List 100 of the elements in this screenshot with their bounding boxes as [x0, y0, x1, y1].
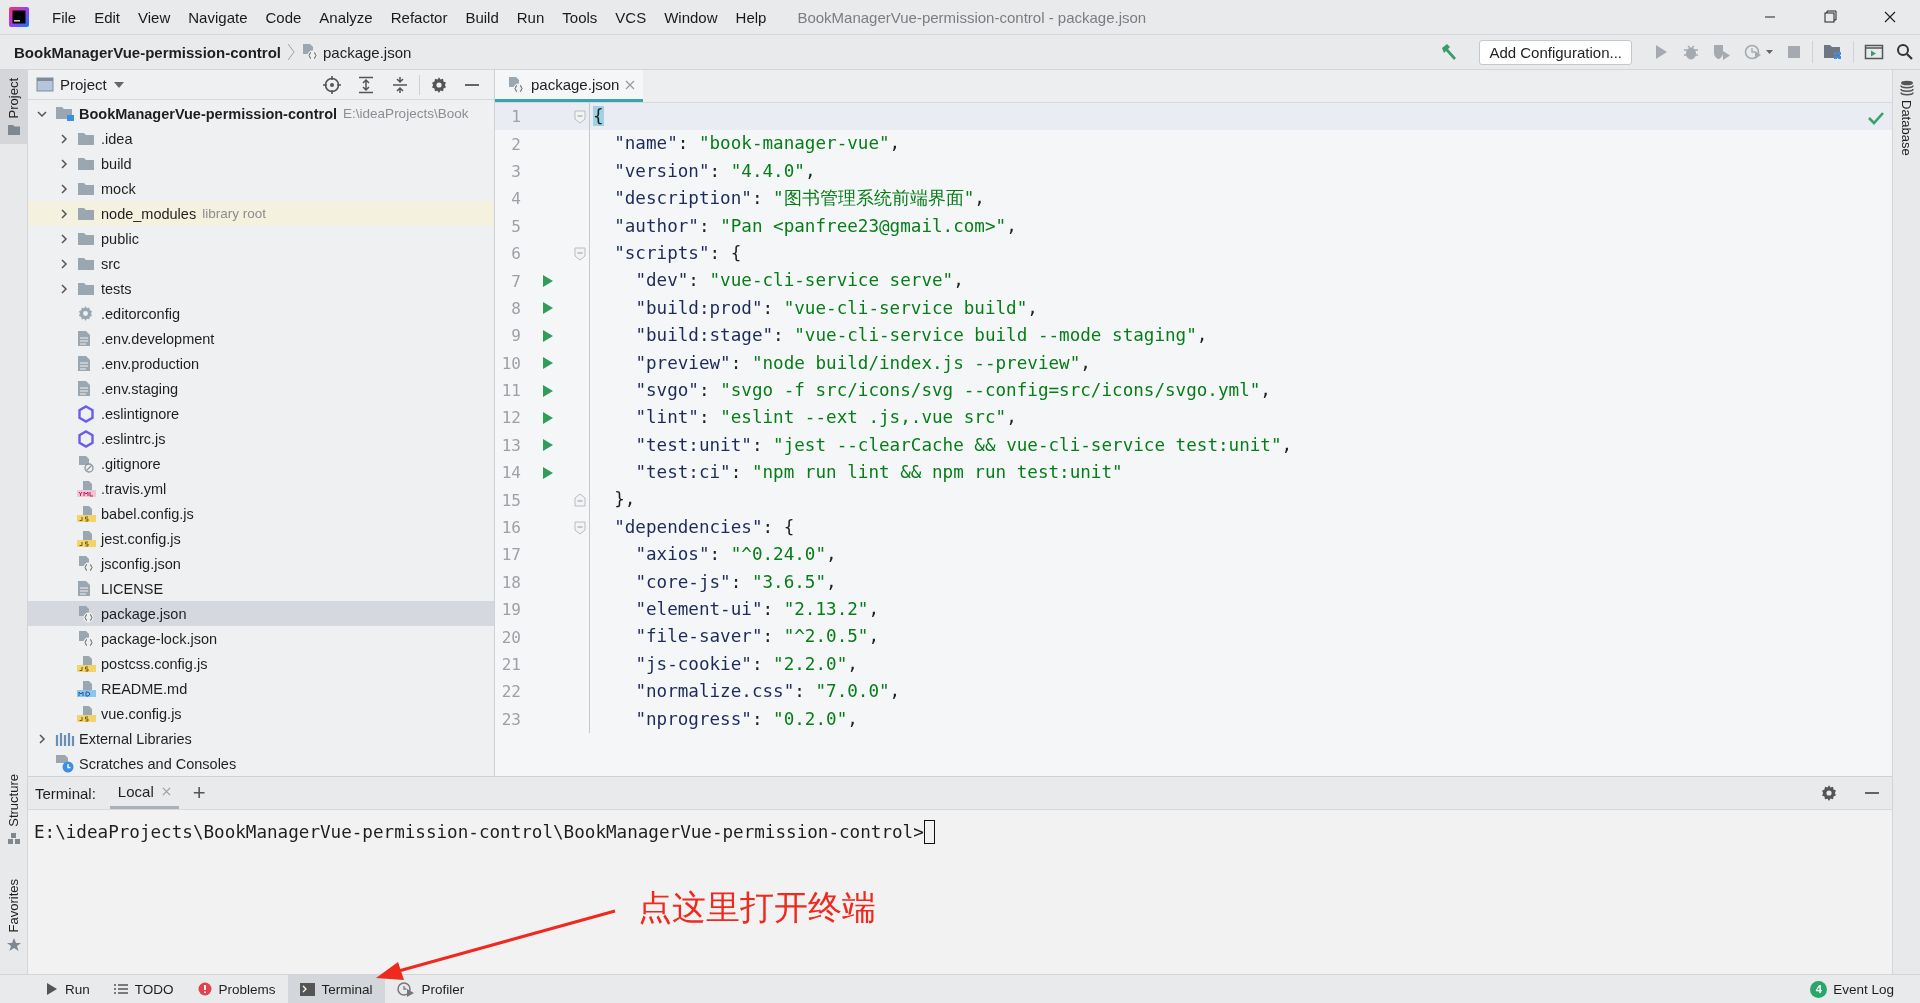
chevron-right-icon[interactable] — [58, 282, 70, 295]
tree-item[interactable]: src — [28, 251, 494, 276]
collapse-all-icon[interactable] — [391, 75, 409, 94]
event-log-button[interactable]: Event Log — [1833, 981, 1894, 997]
tree-item[interactable]: .travis.yml — [28, 476, 494, 501]
run-icon[interactable] — [542, 274, 554, 289]
gear-icon[interactable] — [1820, 784, 1838, 802]
panel-title[interactable]: Project — [60, 76, 107, 93]
tree-item[interactable]: mock — [28, 176, 494, 201]
dropdown-caret-icon[interactable] — [112, 80, 125, 89]
run-icon[interactable] — [542, 356, 554, 371]
tool-window-button[interactable]: Run — [34, 975, 102, 1003]
tree-item[interactable]: .env.staging — [28, 376, 494, 401]
tree-item[interactable]: External Libraries — [28, 726, 494, 751]
line-number: 5 — [510, 216, 522, 236]
menu-item[interactable]: Navigate — [179, 8, 257, 26]
tree-item[interactable]: jsconfig.json — [28, 551, 494, 576]
tree-item[interactable]: .eslintrc.js — [28, 426, 494, 451]
run-icon[interactable] — [542, 411, 554, 425]
menu-item[interactable]: Window — [655, 8, 727, 26]
tree-item[interactable]: .idea — [28, 126, 494, 151]
shield-run-icon[interactable] — [1712, 43, 1732, 61]
menu-item[interactable]: Analyze — [310, 8, 382, 26]
tool-window-tab[interactable]: Favorites — [0, 870, 27, 960]
tree-item[interactable]: tests — [28, 276, 494, 301]
text-cursor — [923, 820, 935, 844]
new-tab-button[interactable]: + — [192, 780, 206, 806]
chevron-right-icon[interactable] — [58, 257, 70, 270]
window-run-icon[interactable] — [1864, 43, 1884, 61]
tool-window-button[interactable]: Problems — [185, 975, 288, 1003]
menu-item[interactable]: View — [129, 8, 180, 26]
menu-item[interactable]: Code — [256, 8, 311, 26]
menu-item[interactable]: Edit — [85, 8, 130, 26]
breadcrumb[interactable]: BookManagerVue-permission-control — [14, 43, 281, 61]
tool-window-tab[interactable]: Database — [1893, 70, 1920, 166]
clock-run-icon[interactable] — [1744, 43, 1774, 61]
tree-item[interactable]: .eslintignore — [28, 401, 494, 426]
fold-marker-icon[interactable] — [574, 493, 586, 508]
close-icon[interactable] — [161, 787, 171, 796]
fold-marker-icon[interactable] — [574, 520, 586, 535]
chevron-right-icon[interactable] — [58, 182, 70, 195]
error-icon — [197, 982, 212, 996]
menu-item[interactable]: File — [43, 8, 86, 26]
folder-grid-icon[interactable] — [1823, 43, 1843, 61]
run-icon[interactable] — [542, 438, 554, 453]
checkmark-icon[interactable] — [1868, 111, 1884, 125]
json-file-icon — [77, 604, 95, 623]
tree-item[interactable]: babel.config.js — [28, 501, 494, 526]
tree-item[interactable]: public — [28, 226, 494, 251]
run-icon[interactable] — [542, 465, 554, 480]
tree-item[interactable]: BookManagerVue-permission-control E:\ideaProjects\Book — [28, 101, 494, 126]
tool-window-button[interactable]: Profiler — [384, 975, 477, 1003]
menu-item[interactable]: Refactor — [381, 8, 457, 26]
menu-item[interactable]: Tools — [553, 8, 607, 26]
chevron-right-icon[interactable] — [58, 157, 70, 170]
run-icon[interactable] — [542, 301, 554, 316]
search-icon[interactable] — [1896, 43, 1914, 61]
menu-item[interactable]: Help — [726, 8, 776, 26]
menu-item[interactable]: Run — [507, 8, 554, 26]
terminal-tab[interactable]: Local — [109, 777, 179, 809]
tool-window-button[interactable]: TODO — [101, 975, 186, 1003]
tree-item[interactable]: README.md — [28, 676, 494, 701]
tree-item[interactable]: .editorconfig — [28, 301, 494, 326]
tree-item[interactable]: package.json — [28, 601, 494, 626]
run-icon[interactable] — [542, 383, 554, 398]
app-logo-icon — [9, 7, 29, 27]
tree-item[interactable]: node_modules library root — [28, 201, 494, 226]
chevron-right-icon[interactable] — [58, 207, 70, 220]
crosshair-icon[interactable] — [323, 75, 341, 94]
gear-icon[interactable] — [430, 75, 448, 94]
chevron-right-icon[interactable] — [58, 132, 70, 145]
breadcrumb[interactable]: package.json — [323, 43, 412, 61]
expand-all-icon[interactable] — [357, 75, 375, 94]
tool-window-button[interactable]: Terminal — [287, 975, 385, 1003]
close-icon[interactable] — [625, 79, 636, 90]
tree-item[interactable]: LICENSE — [28, 576, 494, 601]
tree-item[interactable]: package-lock.json — [28, 626, 494, 651]
menu-item[interactable]: VCS — [606, 8, 656, 26]
run-icon[interactable] — [542, 328, 554, 343]
json-file-icon — [77, 554, 95, 573]
chevron-right-icon[interactable] — [58, 232, 70, 245]
tree-item[interactable]: jest.config.js — [28, 526, 494, 551]
stop-icon[interactable] — [1786, 44, 1802, 60]
tool-window-tab[interactable]: Structure — [0, 765, 27, 853]
tree-item[interactable]: .env.production — [28, 351, 494, 376]
menu-item[interactable]: Build — [456, 8, 508, 26]
tree-item[interactable]: Scratches and Consoles — [28, 751, 494, 776]
add-configuration-button[interactable]: Add Configuration... — [1479, 39, 1632, 65]
tool-window-tab[interactable]: Project — [0, 70, 27, 145]
tree-item[interactable]: build — [28, 151, 494, 176]
tree-item[interactable]: .gitignore — [28, 451, 494, 476]
tree-item[interactable]: postcss.config.js — [28, 651, 494, 676]
fold-marker-icon[interactable] — [574, 246, 586, 261]
editor-tab[interactable]: package.json — [495, 70, 644, 102]
fold-marker-icon[interactable] — [574, 109, 586, 124]
tree-item[interactable]: .env.development — [28, 326, 494, 351]
chevron-right-icon[interactable] — [36, 732, 48, 745]
folder-icon — [55, 105, 75, 122]
bug-icon[interactable] — [1682, 43, 1700, 61]
tree-item[interactable]: vue.config.js — [28, 701, 494, 726]
